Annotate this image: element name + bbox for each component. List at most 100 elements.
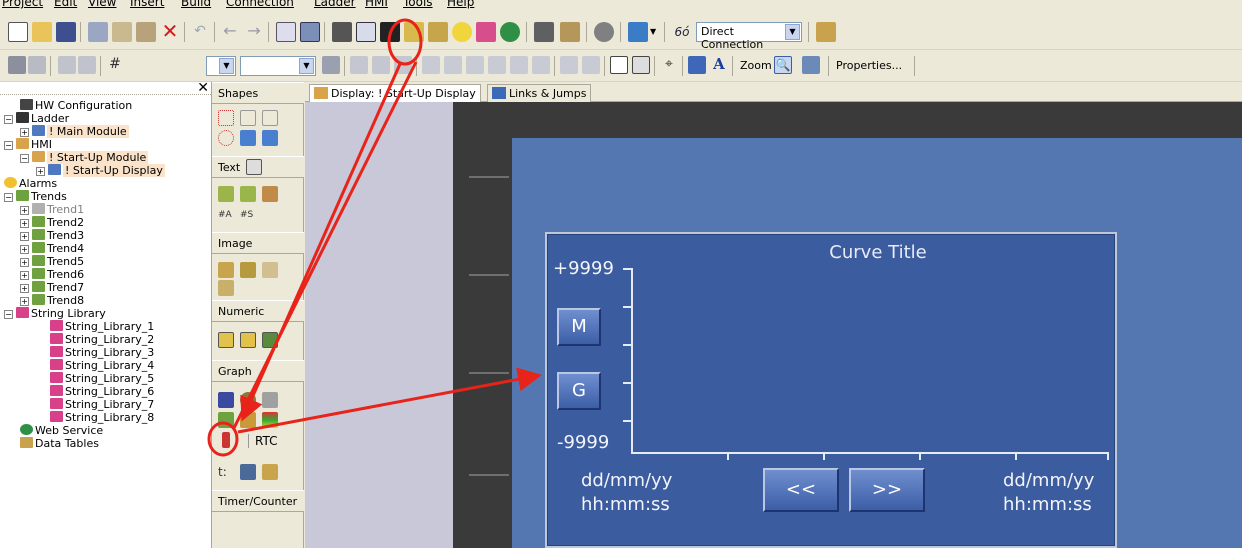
connection-icon[interactable]: 6ó [672,22,692,42]
send-back-icon[interactable] [372,56,390,74]
close-icon[interactable]: ✕ [197,82,209,96]
chevron-down-icon[interactable]: ▼ [299,58,314,74]
chevron-down-icon[interactable]: ▼ [219,58,234,74]
forward-arrow-icon[interactable]: → [244,22,264,42]
numeric-input-icon[interactable] [240,332,256,348]
tree-item-main-module[interactable]: +! Main Module [20,125,129,138]
menu-ladder[interactable]: Ladder [314,0,356,9]
palette-section-image[interactable]: Image [212,232,304,254]
align-left-icon[interactable] [28,56,46,74]
align-icon[interactable] [8,56,26,74]
tree-item-web-service[interactable]: Web Service [20,424,103,437]
expand-icon[interactable]: + [20,206,29,215]
binoculars-icon[interactable] [534,22,554,42]
image-list-icon[interactable] [262,262,278,278]
scroll-forward-button[interactable]: >> [849,468,925,512]
expand-icon[interactable]: + [20,258,29,267]
grid-icon[interactable]: # [106,56,124,74]
image-shape-icon[interactable] [218,262,234,278]
ellipse-shape-icon[interactable] [218,130,234,146]
trend-widget[interactable]: Curve Title +9999 -9999 M G dd/mm/yy hh:… [545,232,1117,548]
numeric-s-label[interactable]: #S [240,210,253,220]
image-toggle-icon[interactable] [218,280,234,296]
menu-insert[interactable]: Insert [130,0,164,9]
monitor-icon[interactable] [628,22,648,42]
properties-icon[interactable] [802,56,820,74]
font-a-icon[interactable]: A [710,56,728,74]
palette-section-graph[interactable]: Graph [212,360,304,382]
gauge-icon[interactable] [240,392,256,408]
web-icon[interactable] [500,22,520,42]
animation-shape-icon[interactable] [240,262,256,278]
tree-view-icon[interactable] [276,22,296,42]
collapse-icon[interactable]: − [20,154,29,163]
insert-display-icon[interactable] [356,22,376,42]
color-picker-icon[interactable] [688,56,706,74]
chevron-down-icon[interactable]: ▼ [785,24,800,40]
menu-connection[interactable]: Connection [226,0,294,9]
tree-item-trend1[interactable]: + Trend1 [20,203,84,216]
tree-item-trend5[interactable]: + Trend5 [20,255,84,268]
open-folder-icon[interactable] [32,22,52,42]
new-file-icon[interactable] [8,22,28,42]
crosshair-icon[interactable]: ⌖ [660,56,678,74]
zoom-label[interactable]: Zoom [740,59,772,72]
tree-item-trend3[interactable]: + Trend3 [20,229,84,242]
spacing-icon[interactable] [560,56,578,74]
tree-item-string-library[interactable]: − String Library [4,307,106,320]
layer-icon[interactable] [394,56,412,74]
expand-icon[interactable]: + [20,245,29,254]
tree-item-startup-module[interactable]: −! Start-Up Module [20,151,149,164]
expand-icon[interactable]: + [36,167,45,176]
numeric-display-icon[interactable] [218,332,234,348]
palette-section-numeric[interactable]: Numeric [212,300,304,322]
delete-icon[interactable]: ✕ [160,21,180,42]
level-icon[interactable] [240,412,256,428]
meter-icon[interactable] [262,392,278,408]
compile-icon[interactable] [560,22,580,42]
alarm-icon[interactable] [452,22,472,42]
back-arrow-icon[interactable]: ← [220,22,240,42]
rtc-label[interactable]: RTC [248,434,277,448]
tab-display-startup[interactable]: Display: ! Start-Up Display [309,84,481,102]
download-icon[interactable] [594,22,614,42]
collapse-icon[interactable]: − [4,141,13,150]
trend-shape-icon[interactable] [218,412,234,428]
tab-links-jumps[interactable]: Links & Jumps [487,84,592,102]
collapse-icon[interactable]: − [4,115,13,124]
expand-icon[interactable]: + [20,232,29,241]
thermometer-icon[interactable] [222,432,230,448]
text-box-icon[interactable] [246,159,262,175]
button2-shape-icon[interactable] [262,130,278,146]
link-icon[interactable] [582,56,600,74]
table-icon[interactable] [240,464,256,480]
animation-icon[interactable] [428,22,448,42]
palette-section-shapes[interactable]: Shapes [212,82,304,104]
chevron-down-icon[interactable]: ▼ [650,22,660,42]
tree-item-startup-display[interactable]: +! Start-Up Display [36,164,165,177]
save-icon[interactable] [56,22,76,42]
scheduler-icon[interactable] [262,464,278,480]
bring-front-icon[interactable] [350,56,368,74]
text-list-icon[interactable] [240,186,256,202]
expand-icon[interactable]: + [20,297,29,306]
expand-icon[interactable]: + [20,128,29,137]
menu-tools[interactable]: Tools [403,0,433,9]
paste-icon[interactable] [136,22,156,42]
menu-view[interactable]: View [88,0,116,9]
tree-item-string-library-8[interactable]: String_Library_8 [50,411,154,424]
tree-item-string-library-2[interactable]: String_Library_2 [50,333,154,346]
tree-item-alarms[interactable]: Alarms [4,177,57,190]
rectangle-shape-icon[interactable] [218,110,234,126]
menu-project[interactable]: Project [2,0,43,9]
hw-config-icon[interactable] [300,22,320,42]
tree-item-string-library-6[interactable]: String_Library_6 [50,385,154,398]
distribute-v-icon[interactable] [510,56,528,74]
tree-item-string-library-3[interactable]: String_Library_3 [50,346,154,359]
led-bar-icon[interactable] [262,412,278,428]
tree-item-string-library-7[interactable]: String_Library_7 [50,398,154,411]
image-icon[interactable] [404,22,424,42]
g-button[interactable]: G [557,372,601,410]
menu-help[interactable]: Help [447,0,474,9]
button-shape-icon[interactable] [240,130,256,146]
